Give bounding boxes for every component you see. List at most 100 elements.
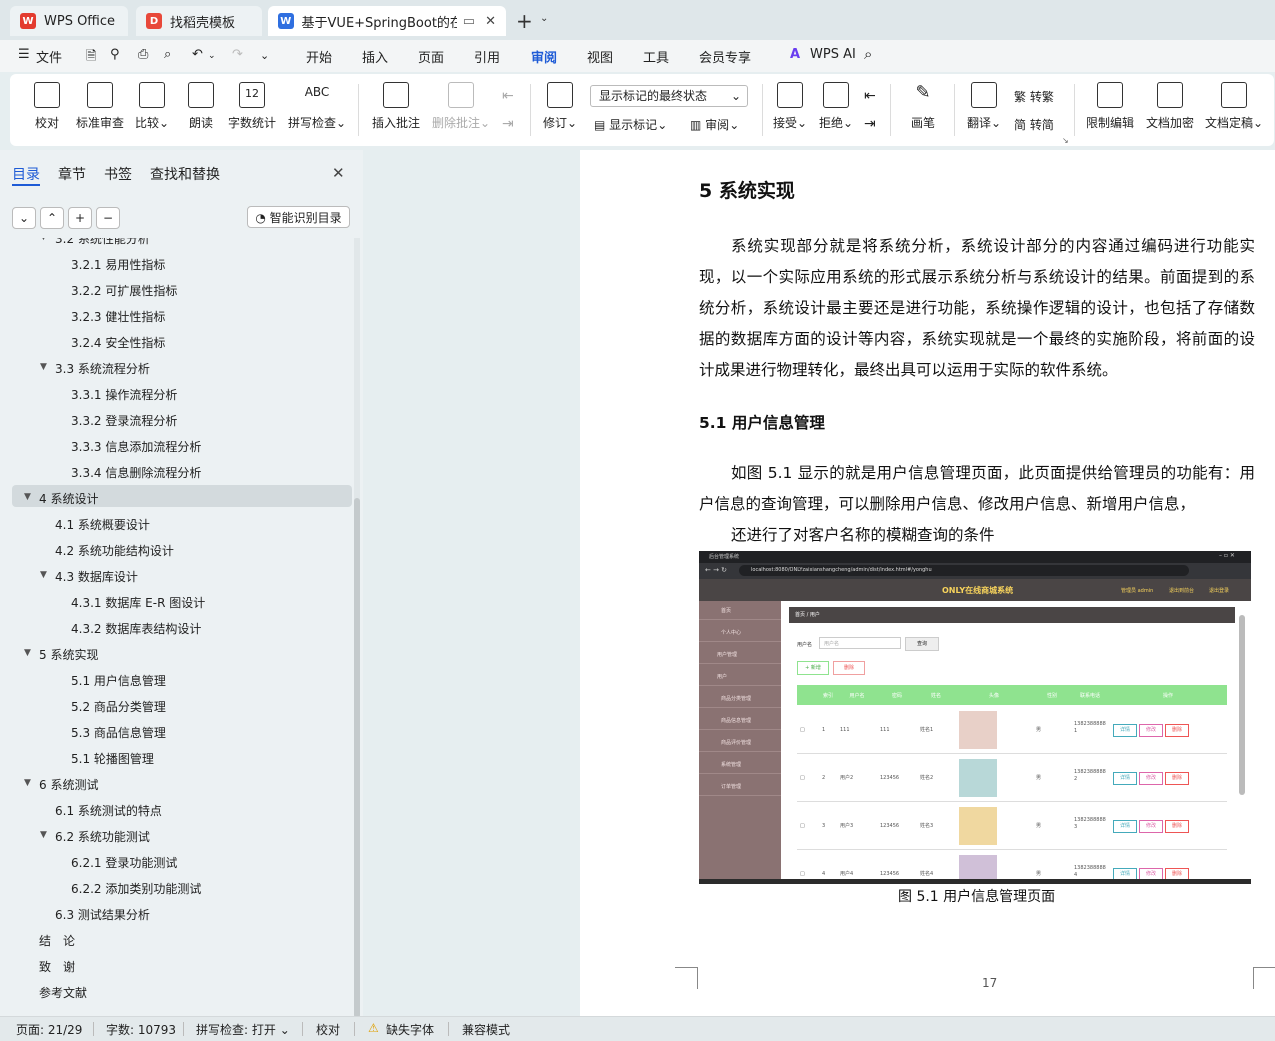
search-icon[interactable]: ⌕ <box>864 45 872 63</box>
menu-reference[interactable]: 引用 <box>474 47 500 66</box>
translate-button[interactable]: 翻译⌄ <box>966 82 1002 131</box>
toc-item[interactable]: 3.3.4 信息删除流程分析 <box>71 464 201 481</box>
new-tab-icon[interactable]: + <box>516 9 533 33</box>
monitor-icon[interactable]: ▭ <box>463 14 475 29</box>
collapse-up-button[interactable]: ⌃ <box>40 207 64 229</box>
toc-item[interactable]: 6.2 系统功能测试 <box>55 828 150 845</box>
toc-expand-arrow-icon[interactable]: ▼ <box>24 778 31 788</box>
toc-expand-arrow-icon[interactable]: ▼ <box>40 362 47 372</box>
toc-item[interactable]: 参考文献 <box>39 984 87 1001</box>
toc-item[interactable]: 6.1 系统测试的特点 <box>55 802 162 819</box>
collapse-down-button[interactable]: ⌄ <box>12 207 36 229</box>
to-traditional-button[interactable]: 繁 转繁 <box>1014 88 1054 105</box>
to-simplified-button[interactable]: 简 转简 <box>1014 116 1054 133</box>
toc-item[interactable]: 6.3 测试结果分析 <box>55 906 150 923</box>
smart-toc-button[interactable]: ◔ 智能识别目录 <box>247 206 350 228</box>
toc-expand-arrow-icon[interactable]: ▼ <box>24 648 31 658</box>
std-review-button[interactable]: 标准审查 <box>74 82 126 131</box>
toc-expand-arrow-icon[interactable]: ▼ <box>40 570 47 580</box>
undo-icon[interactable]: ↶ <box>192 47 203 62</box>
toc-item[interactable]: 结 论 <box>39 932 75 949</box>
toc-item[interactable]: 3.3.1 操作流程分析 <box>71 386 177 403</box>
toc-expand-arrow-icon[interactable]: ▼ <box>24 492 31 502</box>
expand-button[interactable]: + <box>68 207 92 229</box>
redo-icon[interactable]: ↷ <box>232 47 243 62</box>
toc-item[interactable]: 4.3.1 数据库 E-R 图设计 <box>71 594 205 611</box>
display-state-select[interactable]: 显示标记的最终状态 ⌄ <box>590 85 748 107</box>
toc-item[interactable]: 3.2.3 健壮性指标 <box>71 308 165 325</box>
toc-item[interactable]: 5.2 商品分类管理 <box>71 698 166 715</box>
more-chevron-icon[interactable]: ⌄ <box>260 49 269 62</box>
toc-scrollbar-track[interactable] <box>354 238 360 1018</box>
track-changes-button[interactable]: 修订⌄ <box>542 82 578 131</box>
print-icon[interactable]: ⎙ <box>138 47 148 62</box>
collapse-button[interactable]: − <box>96 207 120 229</box>
status-page[interactable]: 页面: 21/29 <box>16 1021 82 1038</box>
word-count-button[interactable]: 12 字数统计 <box>226 82 278 131</box>
toc-item[interactable]: 6.2.1 登录功能测试 <box>71 854 177 871</box>
toc-scrollbar-thumb[interactable] <box>354 498 360 1018</box>
menu-page[interactable]: 页面 <box>418 47 444 66</box>
link-icon[interactable]: ⚲ <box>110 47 120 62</box>
menu-insert[interactable]: 插入 <box>362 47 388 66</box>
toc-item[interactable]: 3.3.2 登录流程分析 <box>71 412 177 429</box>
next-change-icon[interactable]: ⇥ <box>864 116 876 132</box>
hamburger-icon[interactable]: ☰ <box>18 47 30 62</box>
menu-wps-ai[interactable]: WPS AI <box>810 47 856 62</box>
menu-member[interactable]: 会员专享 <box>699 47 751 66</box>
menu-view[interactable]: 视图 <box>587 47 613 66</box>
toc-item[interactable]: 3.2.1 易用性指标 <box>71 256 165 273</box>
spell-check-button[interactable]: ABC 拼写检查⌄ <box>288 82 346 131</box>
encrypt-button[interactable]: 文档加密 <box>1144 82 1196 131</box>
panel-tab-find-replace[interactable]: 查找和替换 <box>150 164 220 184</box>
print-preview-icon[interactable]: ⌕ <box>164 47 171 62</box>
toc-item[interactable]: 5.1 用户信息管理 <box>71 672 166 689</box>
toc-item[interactable]: 3.2 系统性能分析 <box>55 238 150 247</box>
toc-item[interactable]: 6 系统测试 <box>39 776 98 793</box>
show-markup-button[interactable]: ▤ 显示标记⌄ <box>594 116 667 133</box>
prev-comment-icon[interactable]: ⇤ <box>502 88 514 104</box>
status-spell[interactable]: 拼写检查: 打开 ⌄ <box>196 1021 290 1038</box>
close-icon[interactable]: ✕ <box>485 14 496 29</box>
finalize-button[interactable]: 文档定稿⌄ <box>1204 82 1264 131</box>
toc-item[interactable]: 4.1 系统概要设计 <box>55 516 150 533</box>
chevron-down-icon[interactable]: ⌄ <box>540 13 548 24</box>
toc-item[interactable]: 4.3 数据库设计 <box>55 568 138 585</box>
panel-tab-sections[interactable]: 章节 <box>58 164 86 184</box>
status-missing-font[interactable]: 缺失字体 <box>386 1021 434 1038</box>
menu-start[interactable]: 开始 <box>306 47 332 66</box>
panel-tab-bookmarks[interactable]: 书签 <box>104 164 132 184</box>
review-pane-button[interactable]: ▥ 审阅⌄ <box>690 116 739 133</box>
undo-dropdown-icon[interactable]: ⌄ <box>208 51 216 61</box>
save-icon[interactable]: 🗎 <box>86 47 96 69</box>
toc-expand-arrow-icon[interactable]: ▼ <box>40 238 47 242</box>
compare-button[interactable]: 比较⌄ <box>134 82 170 131</box>
next-comment-icon[interactable]: ⇥ <box>502 116 514 132</box>
menu-file[interactable]: 文件 <box>36 47 62 66</box>
expand-group-icon[interactable]: ↘ <box>1062 136 1069 145</box>
toc-item[interactable]: 6.2.2 添加类别功能测试 <box>71 880 201 897</box>
close-panel-icon[interactable]: ✕ <box>332 164 345 182</box>
read-aloud-button[interactable]: 朗读 <box>186 82 216 131</box>
toc-item[interactable]: 3.3.3 信息添加流程分析 <box>71 438 201 455</box>
toc-item[interactable]: 5.3 商品信息管理 <box>71 724 166 741</box>
toc-item[interactable]: 5 系统实现 <box>39 646 98 663</box>
delete-comment-button[interactable]: 删除批注⌄ <box>430 82 492 131</box>
status-proof[interactable]: 校对 <box>316 1021 340 1038</box>
restrict-edit-button[interactable]: 限制编辑 <box>1084 82 1136 131</box>
prev-change-icon[interactable]: ⇤ <box>864 88 876 104</box>
toc-item[interactable]: 3.3 系统流程分析 <box>55 360 150 377</box>
toc-item[interactable]: 致 谢 <box>39 958 75 975</box>
toc-expand-arrow-icon[interactable]: ▼ <box>40 830 47 840</box>
menu-review[interactable]: 审阅 <box>531 47 557 66</box>
reject-button[interactable]: 拒绝⌄ <box>818 82 854 131</box>
tab-docer[interactable]: D 找稻壳模板 <box>136 6 262 36</box>
wps-ai-icon[interactable]: A <box>790 47 800 62</box>
toc-item[interactable]: 3.2.4 安全性指标 <box>71 334 165 351</box>
status-words[interactable]: 字数: 10793 <box>106 1021 176 1038</box>
accept-button[interactable]: 接受⌄ <box>772 82 808 131</box>
tab-document[interactable]: W 基于VUE+SpringBoot的在线 ▭ ✕ <box>268 6 506 36</box>
panel-tab-toc[interactable]: 目录 <box>12 164 40 184</box>
menu-tools[interactable]: 工具 <box>643 47 669 66</box>
proofread-button[interactable]: 校对 <box>32 82 62 131</box>
